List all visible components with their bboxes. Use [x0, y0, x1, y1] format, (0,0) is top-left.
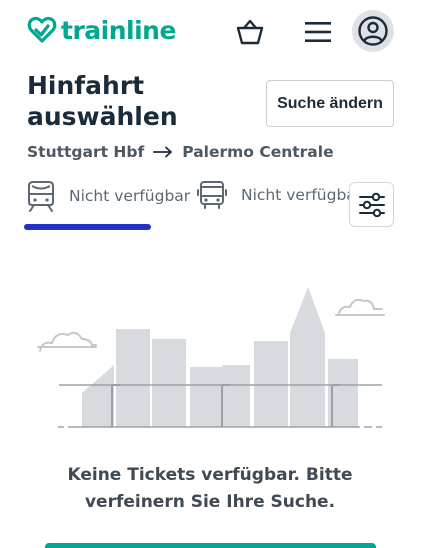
arrow-right-icon [153, 146, 173, 158]
heart-logo-icon [27, 16, 57, 43]
basket-icon [236, 19, 264, 45]
brand-name: trainline [61, 15, 176, 45]
filter-sliders-icon [358, 192, 385, 217]
basket-button[interactable] [230, 12, 270, 52]
page-title: Hinfahrt auswählen [27, 71, 178, 131]
city-skyline-illustration [37, 287, 385, 428]
tab-bus-label: Nicht verfügbar [241, 186, 352, 204]
tab-train[interactable]: Nicht verfügbar [27, 180, 190, 212]
filter-button[interactable] [349, 182, 394, 227]
bus-icon [197, 181, 227, 209]
route-summary: Stuttgart Hbf Palermo Centrale [27, 143, 334, 161]
destination-station: Palermo Centrale [182, 143, 334, 161]
active-tab-indicator [24, 224, 151, 230]
app-header: trainline [0, 0, 421, 64]
account-button[interactable] [352, 10, 394, 52]
tab-train-label: Nicht verfügbar [69, 187, 191, 205]
account-icon [358, 16, 388, 46]
tab-bus[interactable]: Nicht verfügbar [197, 180, 352, 210]
trainline-logo[interactable]: trainline [27, 15, 176, 45]
menu-icon [305, 22, 331, 42]
primary-action-button[interactable] [45, 543, 376, 548]
origin-station: Stuttgart Hbf [27, 143, 145, 161]
menu-button[interactable] [298, 12, 338, 52]
empty-state-message: Keine Tickets verfügbar. Bitte verfeiner… [67, 465, 353, 512]
change-search-button[interactable]: Suche ändern [266, 80, 394, 127]
train-icon [28, 181, 54, 212]
